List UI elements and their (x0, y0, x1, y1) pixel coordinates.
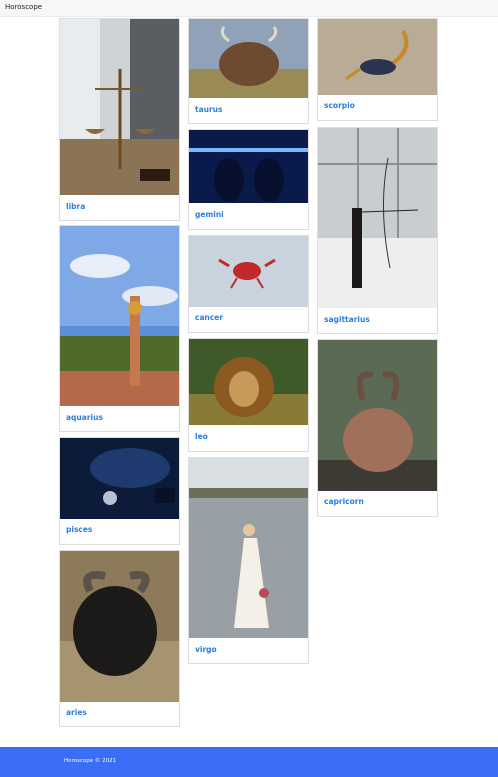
sagittarius-image[interactable] (318, 128, 437, 308)
brand-link[interactable]: Horoscope (5, 3, 42, 11)
aquarius-title[interactable]: aquarius (66, 413, 103, 422)
taurus-image[interactable] (189, 19, 308, 98)
cancer-image[interactable] (189, 236, 308, 307)
leo-image[interactable] (189, 339, 308, 425)
card-aries[interactable]: aries (59, 550, 180, 727)
card-taurus[interactable]: taurus (188, 18, 309, 124)
virgo-title[interactable]: virgo (195, 645, 217, 654)
card-cancer[interactable]: cancer (188, 235, 309, 333)
capricorn-image[interactable] (318, 340, 437, 491)
libra-title[interactable]: libra (66, 202, 85, 211)
card-sagittarius[interactable]: sagittarius (317, 127, 438, 334)
footer: Horoscope © 2021 (0, 747, 498, 777)
footer-text: Horoscope © 2021 (64, 758, 117, 764)
aries-image[interactable] (60, 551, 179, 702)
capricorn-title[interactable]: capricorn (324, 497, 364, 506)
navbar: Horoscope (0, 0, 498, 17)
card-leo[interactable]: leo (188, 338, 309, 452)
gemini-title[interactable]: gemini (195, 210, 224, 219)
taurus-title[interactable]: taurus (195, 105, 223, 114)
cancer-title[interactable]: cancer (195, 313, 223, 322)
gemini-image[interactable] (189, 130, 308, 203)
aquarius-image[interactable] (60, 226, 179, 406)
aries-title[interactable]: aries (66, 708, 87, 717)
card-libra[interactable]: libra (59, 18, 180, 221)
card-pisces[interactable]: pisces (59, 437, 180, 545)
card-virgo[interactable]: virgo (188, 457, 309, 664)
sagittarius-title[interactable]: sagittarius (324, 315, 370, 324)
card-capricorn[interactable]: capricorn (317, 339, 438, 517)
card-scorpio[interactable]: scorpio (317, 18, 438, 121)
libra-image[interactable] (60, 19, 179, 195)
pisces-title[interactable]: pisces (66, 525, 92, 534)
scorpio-title[interactable]: scorpio (324, 101, 355, 110)
pisces-image[interactable] (60, 438, 179, 519)
virgo-image[interactable] (189, 458, 308, 638)
scorpio-image[interactable] (318, 19, 437, 95)
card-aquarius[interactable]: aquarius (59, 225, 180, 432)
leo-title[interactable]: leo (195, 432, 208, 441)
card-gemini[interactable]: gemini (188, 129, 309, 230)
